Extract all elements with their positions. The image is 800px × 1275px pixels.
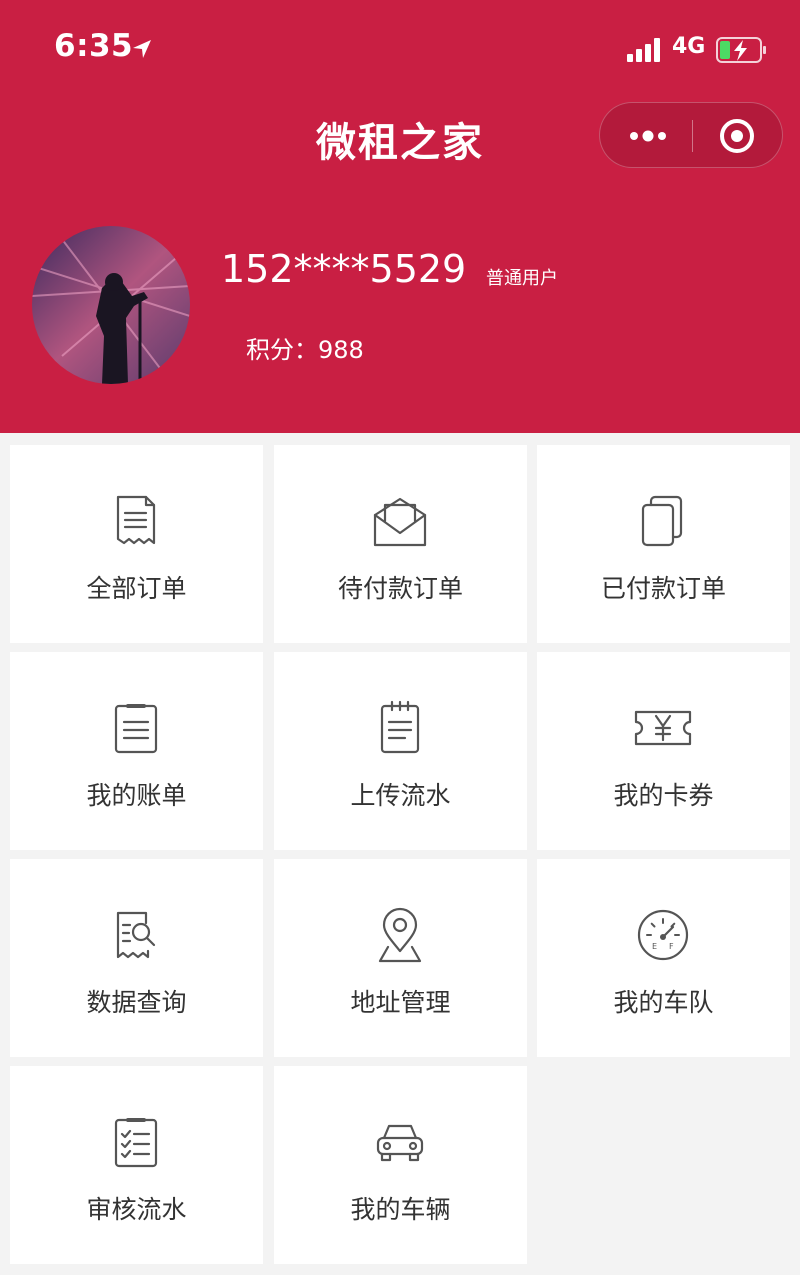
menu-item-label: 我的车队 — [613, 988, 714, 1017]
envelope-icon — [373, 497, 427, 547]
menu-item-paid-orders[interactable]: 已付款订单 — [537, 445, 790, 643]
car-icon — [376, 1124, 424, 1162]
capsule-divider — [692, 120, 693, 152]
menu-item-my-bills[interactable]: 我的账单 — [10, 652, 263, 850]
menu-item-label: 地址管理 — [350, 988, 451, 1017]
copy-cards-icon — [641, 495, 683, 547]
menu-item-label: 我的账单 — [86, 781, 187, 810]
more-dots-icon[interactable] — [627, 126, 669, 146]
status-time: 6:35 — [54, 28, 134, 64]
fuel-gauge-icon: E F — [637, 909, 689, 961]
profile-header: 6:35 4G 微租之家 152****5529 普通用户 积分：988 — [0, 0, 800, 433]
menu-item-data-query[interactable]: 数据查询 — [10, 859, 263, 1057]
menu-item-my-fleet[interactable]: E F 我的车队 — [537, 859, 790, 1057]
avatar[interactable] — [32, 226, 190, 384]
miniprogram-capsule — [599, 102, 783, 168]
svg-text:F: F — [669, 942, 674, 951]
receipt-icon — [116, 495, 156, 545]
coupon-yen-icon — [634, 710, 692, 746]
menu-item-pending-orders[interactable]: 待付款订单 — [274, 445, 527, 643]
menu-item-my-coupons[interactable]: 我的卡券 — [537, 652, 790, 850]
menu-item-label: 全部订单 — [86, 574, 187, 603]
document-search-icon — [116, 911, 156, 959]
user-type-badge: 普通用户 — [486, 268, 558, 289]
clipboard-list-icon — [114, 704, 158, 754]
close-target-icon[interactable] — [718, 117, 756, 155]
map-pin-icon — [378, 907, 422, 963]
avatar-image — [32, 226, 190, 384]
svg-text:E: E — [652, 942, 657, 951]
battery-charging-icon — [716, 37, 766, 63]
checklist-icon — [114, 1118, 158, 1168]
location-arrow-icon — [133, 40, 151, 58]
status-bar: 6:35 4G — [0, 0, 800, 100]
menu-item-label: 已付款订单 — [600, 574, 726, 603]
menu-item-label: 待付款订单 — [337, 574, 463, 603]
signal-bars-icon — [627, 38, 660, 62]
menu-item-label: 我的卡券 — [613, 781, 714, 810]
menu-item-label: 数据查询 — [86, 988, 187, 1017]
menu-item-all-orders[interactable]: 全部订单 — [10, 445, 263, 643]
user-phone: 152****5529 — [221, 247, 467, 291]
menu-item-label: 上传流水 — [350, 781, 451, 810]
menu-item-address-management[interactable]: 地址管理 — [274, 859, 527, 1057]
menu-item-label: 审核流水 — [86, 1195, 187, 1224]
menu-item-label: 我的车辆 — [350, 1195, 451, 1224]
menu-item-upload-statement[interactable]: 上传流水 — [274, 652, 527, 850]
menu-item-review-statement[interactable]: 审核流水 — [10, 1066, 263, 1264]
menu-item-my-vehicles[interactable]: 我的车辆 — [274, 1066, 527, 1264]
notepad-icon — [380, 700, 420, 754]
network-label: 4G — [672, 34, 706, 59]
points-label: 积分：988 — [246, 336, 364, 364]
